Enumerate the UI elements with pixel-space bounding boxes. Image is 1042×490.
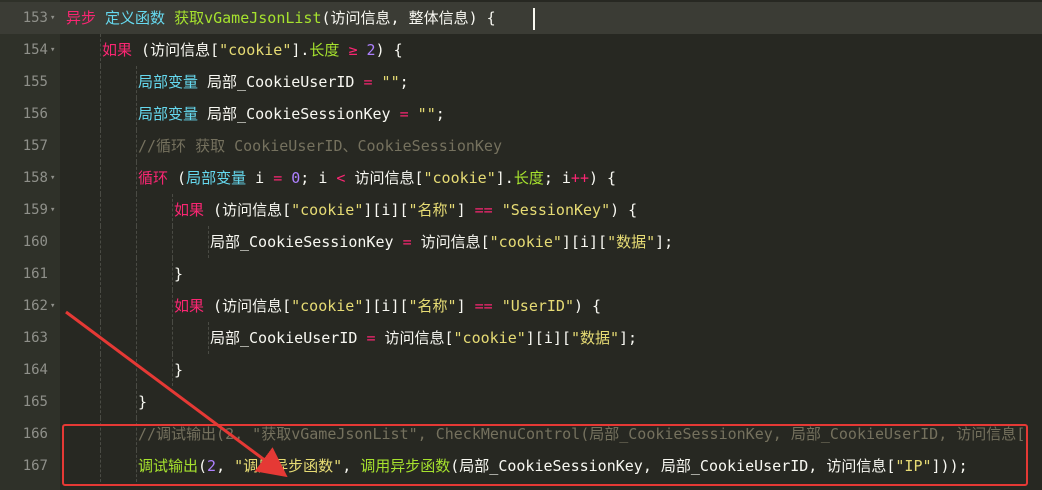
annotation-arrow bbox=[65, 310, 288, 478]
code-editor[interactable]: 153 ▾ 异步 定义函数 获取vGameJsonList(访问信息, 整体信息) … bbox=[0, 0, 1042, 490]
